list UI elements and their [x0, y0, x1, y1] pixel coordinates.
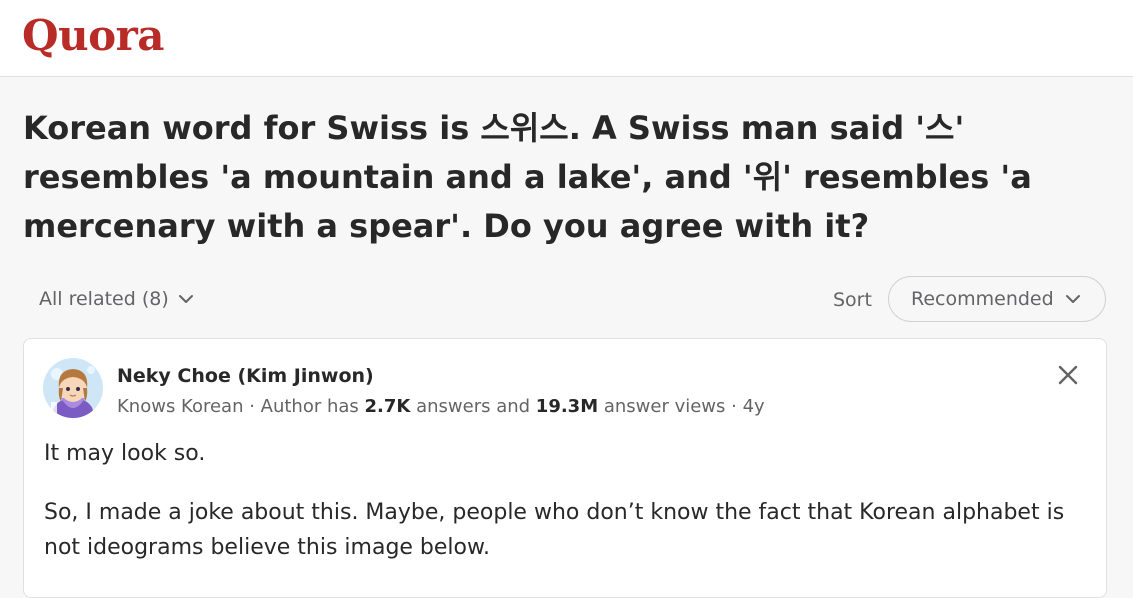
chevron-down-icon [1065, 295, 1080, 303]
top-navigation-bar: Quora [0, 0, 1133, 77]
sort-label: Sort [833, 289, 872, 311]
separator-dot: · [725, 396, 743, 417]
answer-paragraph: So, I made a joke about this. Maybe, peo… [44, 500, 1065, 560]
all-related-dropdown[interactable]: All related (8) [39, 288, 195, 310]
avatar-image [43, 358, 103, 418]
answer-age[interactable]: 4y [743, 396, 765, 417]
answers-and-text: answers and [410, 396, 536, 417]
author-has-text: Author has [260, 396, 365, 417]
quora-logo[interactable]: Quora [22, 8, 164, 64]
close-button[interactable] [1056, 363, 1080, 387]
view-count: 19.3M [535, 396, 599, 417]
sort-value: Recommended [911, 288, 1054, 310]
sort-dropdown[interactable]: Recommended [888, 276, 1106, 322]
close-icon [1058, 365, 1078, 385]
credential-text[interactable]: Knows Korean [117, 396, 243, 417]
answer-views-text: answer views [598, 396, 726, 417]
separator-dot: · [243, 396, 261, 417]
answer-paragraph: It may look so. [44, 441, 206, 466]
chevron-down-icon [178, 295, 193, 303]
author-credentials: Knows Korean · Author has 2.7K answers a… [117, 396, 765, 417]
answer-filter-row: All related (8) Sort Recommended [0, 276, 1133, 326]
answer-count: 2.7K [364, 396, 411, 417]
answer-card: Neky Choe (Kim Jinwon) Knows Korean · Au… [23, 338, 1107, 598]
all-related-label: All related (8) [39, 288, 169, 310]
avatar[interactable] [43, 358, 103, 418]
author-name[interactable]: Neky Choe (Kim Jinwon) [117, 365, 374, 387]
question-title: Korean word for Swiss is 스위스. A Swiss ma… [23, 109, 1032, 245]
